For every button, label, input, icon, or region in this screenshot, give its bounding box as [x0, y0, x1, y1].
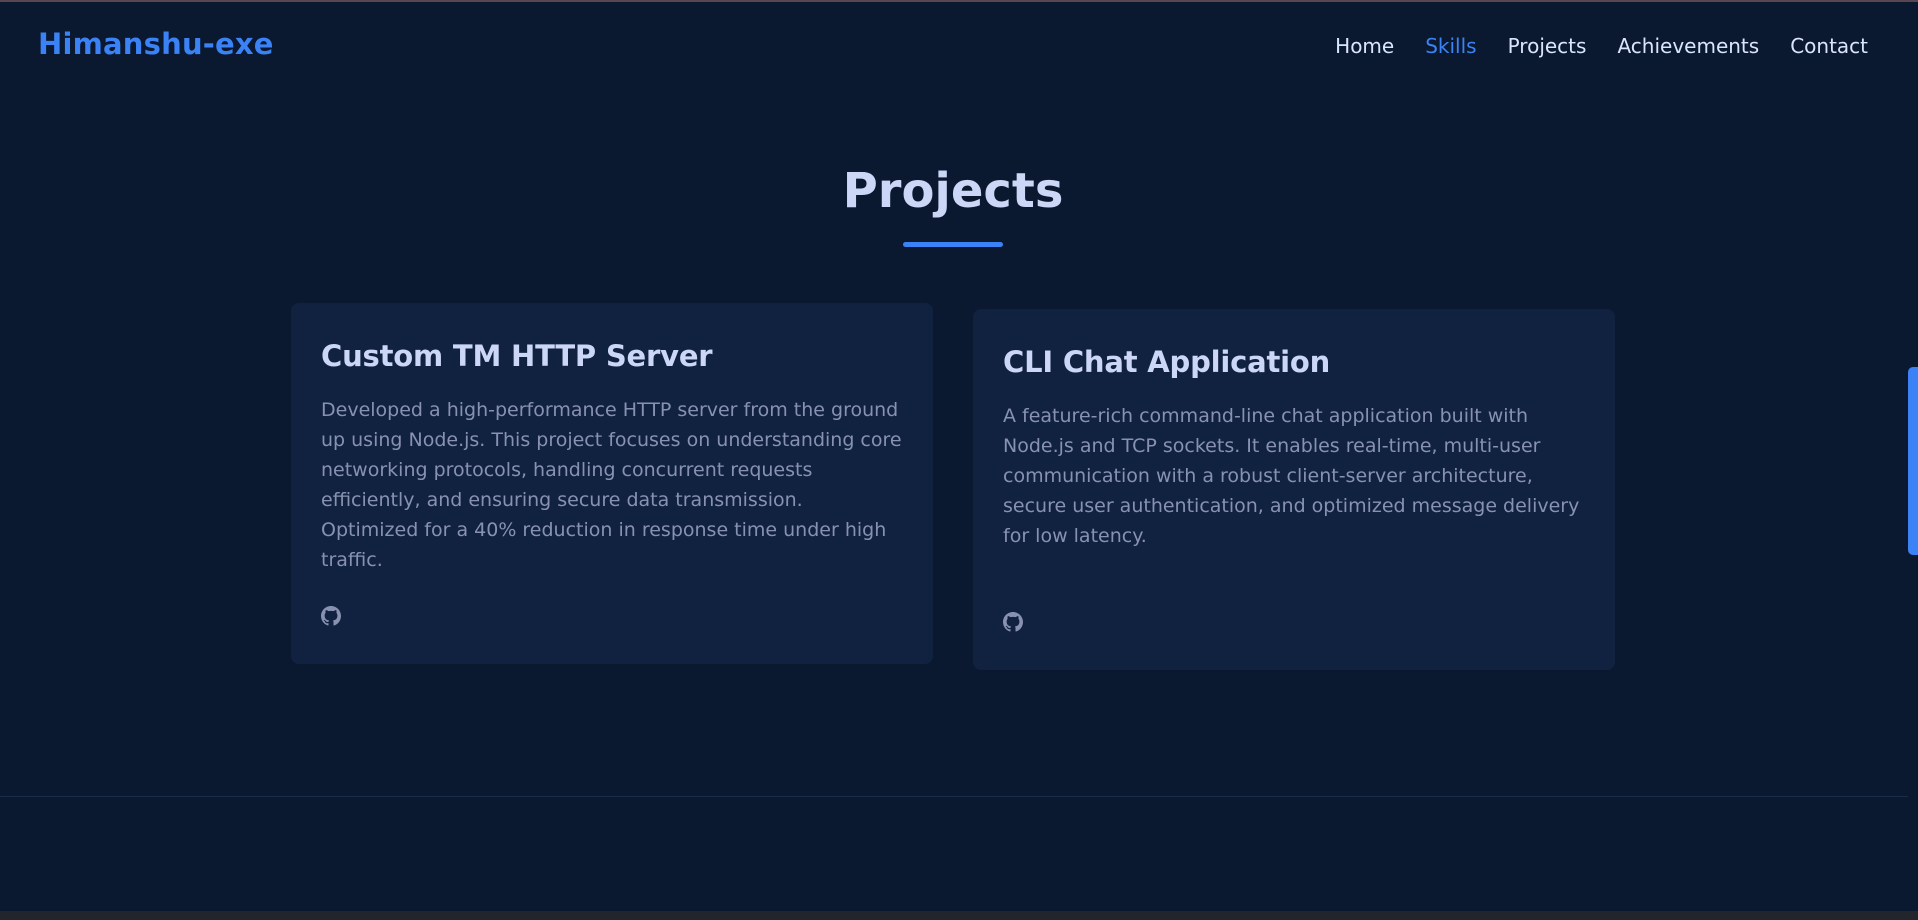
- github-icon: [1003, 612, 1025, 632]
- section-title: Projects: [842, 163, 1064, 219]
- window-bottom-edge: [0, 911, 1918, 920]
- nav-link-contact[interactable]: Contact: [1790, 34, 1868, 58]
- nav-link-home[interactable]: Home: [1335, 34, 1394, 58]
- nav-link-skills[interactable]: Skills: [1425, 34, 1476, 58]
- project-card: CLI Chat Application A feature-rich comm…: [973, 309, 1615, 670]
- title-underline: [903, 242, 1003, 247]
- navbar: Himanshu-exe Home Skills Projects Achiev…: [0, 2, 1918, 88]
- site-logo[interactable]: Himanshu-exe: [38, 27, 274, 61]
- github-link[interactable]: [1003, 612, 1025, 634]
- project-description: A feature-rich command-line chat applica…: [1003, 405, 1580, 547]
- nav-menu: Home Skills Projects Achievements Contac…: [1335, 34, 1868, 58]
- github-icon: [321, 606, 343, 626]
- project-title: CLI Chat Application: [1003, 345, 1331, 379]
- project-title: Custom TM HTTP Server: [321, 339, 713, 373]
- project-description: Developed a high-performance HTTP server…: [321, 399, 902, 571]
- nav-link-achievements[interactable]: Achievements: [1617, 34, 1759, 58]
- github-link[interactable]: [321, 606, 343, 628]
- nav-link-projects[interactable]: Projects: [1508, 34, 1587, 58]
- project-card: Custom TM HTTP Server Developed a high-p…: [291, 303, 933, 664]
- section-divider: [0, 796, 1908, 797]
- scrollbar-thumb[interactable]: [1908, 367, 1918, 555]
